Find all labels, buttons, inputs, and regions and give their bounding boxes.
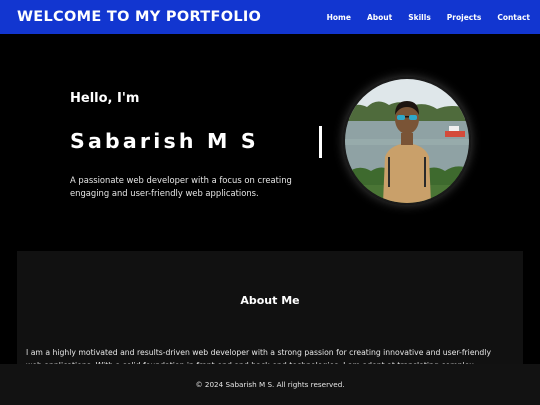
nav-link-contact[interactable]: Contact (497, 13, 530, 22)
nav-link-about[interactable]: About (367, 13, 392, 22)
hero-name: Sabarish M S (70, 129, 259, 153)
hero-greeting: Hello, I'm (70, 91, 140, 106)
profile-photo (343, 77, 471, 205)
nav-link-skills[interactable]: Skills (408, 13, 431, 22)
about-section: About Me I am a highly motivated and res… (17, 251, 523, 366)
typing-cursor (319, 126, 322, 158)
nav-link-projects[interactable]: Projects (447, 13, 482, 22)
navbar: WELCOME TO MY PORTFOLIO Home About Skill… (0, 0, 540, 34)
hero-section: Hello, I'm Sabarish M S A passionate web… (0, 34, 540, 251)
nav-link-home[interactable]: Home (327, 13, 351, 22)
hero-tagline: A passionate web developer with a focus … (70, 175, 292, 198)
footer-copyright: © 2024 Sabarish M S. All rights reserved… (195, 380, 345, 389)
about-title: About Me (240, 294, 300, 307)
nav-links: Home About Skills Projects Contact (311, 13, 530, 22)
site-title[interactable]: WELCOME TO MY PORTFOLIO (17, 9, 261, 25)
profile-photo-image (345, 79, 469, 203)
footer: © 2024 Sabarish M S. All rights reserved… (0, 364, 540, 405)
